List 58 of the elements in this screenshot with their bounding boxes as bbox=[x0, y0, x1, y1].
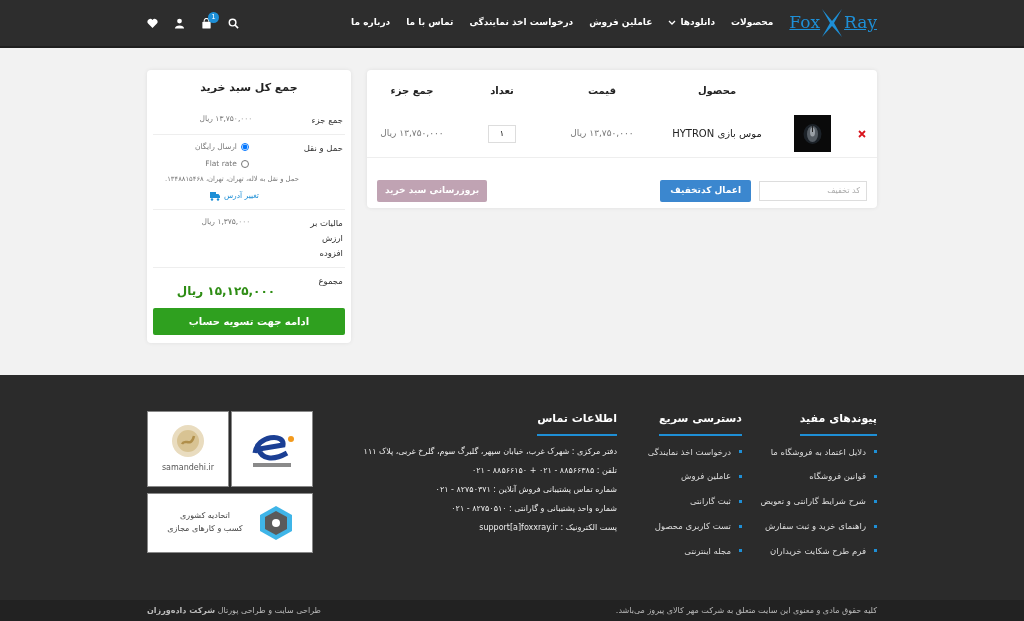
coupon-field[interactable]: کد تخفیف bbox=[759, 180, 867, 201]
nav-link[interactable]: محصولات bbox=[731, 16, 774, 30]
column-heading: اطلاعات تماس bbox=[537, 411, 617, 436]
footer-link[interactable]: راهنمای خرید و ثبت سفارش bbox=[742, 519, 877, 533]
column-heading: دسترسی سریع bbox=[659, 411, 742, 436]
totals-title: جمع کل سبد خرید bbox=[199, 80, 299, 96]
footer-link[interactable]: درخواست اخذ نمایندگی bbox=[617, 445, 742, 459]
column-header: جمع جزء bbox=[389, 83, 435, 98]
cube-icon bbox=[258, 505, 293, 542]
logo[interactable]: Fox Ray bbox=[789, 8, 877, 38]
apply-coupon-button[interactable]: اعمال کدتخفیف bbox=[660, 180, 751, 202]
column-header: تعداد bbox=[489, 83, 515, 98]
price-cell-text: ۱۳,۷۵۰,۰۰۰ ریال bbox=[569, 126, 635, 140]
truck-icon bbox=[209, 191, 220, 201]
contact-line: شماره تماس پشتیبانی فروش آنلاین : ۸۲۷۵۰۳۷۱ - ۰۲۱ bbox=[435, 483, 617, 496]
footer-link[interactable]: فرم طرح شکایت خریداران bbox=[742, 544, 877, 558]
nav-link[interactable]: درخواست اخذ نمایندگی bbox=[469, 16, 574, 30]
seal-icon bbox=[171, 424, 205, 458]
column-heading: پیوندهای مفید bbox=[799, 411, 877, 436]
badge-caption: کسب و کارهای مجازی bbox=[167, 523, 243, 536]
nav-link[interactable]: عاملین فروش bbox=[589, 16, 653, 30]
product-name[interactable]: موس بازی HYTRON bbox=[657, 126, 777, 141]
nav-link[interactable]: تماس با ما bbox=[406, 16, 454, 30]
column-header: محصول bbox=[696, 83, 738, 98]
contact-line: پست الکترونیک : support[a]foxxray.ir bbox=[479, 521, 617, 534]
row-label: جمع جزء bbox=[310, 113, 344, 127]
badge-caption: اتحادیه کشوری bbox=[179, 510, 231, 523]
column-header: قیمت bbox=[587, 83, 617, 98]
footer-link[interactable]: ثبت گارانتی bbox=[617, 495, 742, 508]
user-icon[interactable] bbox=[174, 17, 185, 29]
order-total: ۱۵,۱۲۵,۰۰۰ ریال bbox=[175, 283, 277, 301]
footer-link[interactable]: شرح شرایط گارانتی و تعویض bbox=[742, 495, 877, 508]
contact-line: شماره واحد پشتیبانی و گارانتی : ۸۲۷۵۰۵۱۰ - ۰۲۱ bbox=[451, 502, 617, 515]
row-label: حمل و نقل bbox=[302, 141, 344, 155]
contact-line: تلفن : ۸۸۵۶۶۳۸۵ - ۰۲۱ + ۸۸۵۶۶۱۵۰ - ۰۲۱ bbox=[471, 464, 617, 477]
shopping-bag-icon[interactable] bbox=[201, 17, 212, 29]
contact-line: دفتر مرکزی : شهرک غرب، خیابان سپهر، گلبرگ سوم، گلرخ غربی، پلاک ۱۱۱ bbox=[363, 445, 617, 458]
footer-link[interactable]: تست کاربری محصول bbox=[617, 519, 742, 533]
footer-link[interactable]: مجله اینترنتی bbox=[617, 544, 742, 558]
radio-button[interactable] bbox=[240, 143, 249, 152]
quantity-field[interactable]: ۱ bbox=[488, 124, 516, 143]
row-label: مجموع bbox=[317, 275, 344, 289]
row-label: مالیات بر ارزش افزوده bbox=[309, 216, 344, 261]
nav-link[interactable]: دانلودها bbox=[668, 16, 716, 30]
footer-link[interactable]: دلایل اعتماد به فروشگاه ما bbox=[742, 445, 877, 459]
radio-button[interactable] bbox=[240, 159, 249, 168]
footer-link[interactable]: عاملین فروش bbox=[617, 470, 742, 483]
enamad-badge[interactable] bbox=[231, 411, 313, 487]
credit-text: طراحی سایت و طراحی پورتال شرکت داده‌ورزان bbox=[147, 604, 321, 617]
heart-icon[interactable] bbox=[147, 17, 158, 29]
subtotal-cell-text: ۱۳,۷۵۰,۰۰۰ ریال bbox=[379, 126, 445, 140]
samandehi-badge[interactable]: samandehi.ir bbox=[147, 411, 229, 487]
nav-link[interactable]: درباره ما bbox=[351, 16, 391, 30]
copyright-text: کلیه حقوق مادی و معنوی این سایت متعلق به شرکت مهر کالای پیروز می‌باشد. bbox=[615, 604, 877, 617]
search-icon[interactable] bbox=[228, 17, 239, 29]
badge-caption: samandehi.ir bbox=[161, 462, 215, 474]
footer-link[interactable]: قوانین فروشگاه bbox=[742, 470, 877, 483]
union-badge[interactable]: اتحادیه کشوری کسب و کارهای مجازی bbox=[147, 493, 313, 554]
